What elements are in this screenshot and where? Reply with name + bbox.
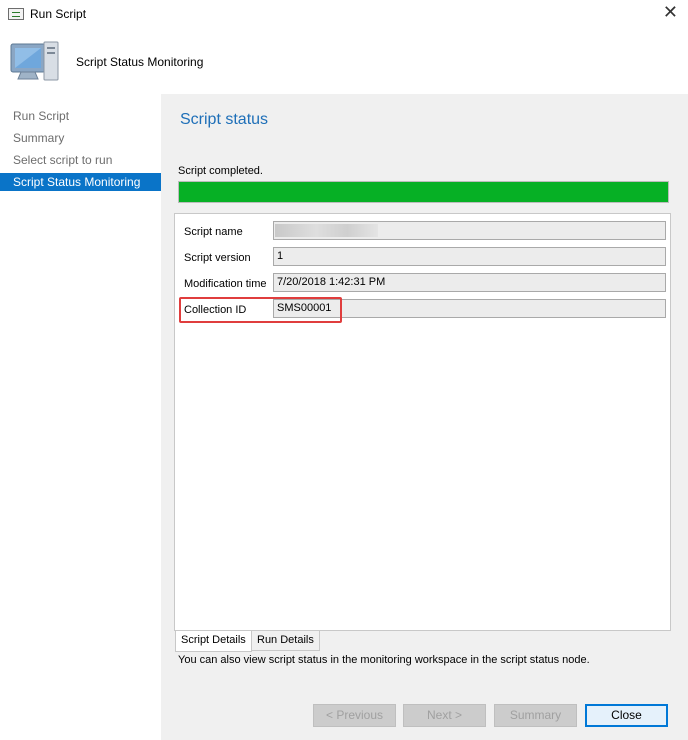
summary-button[interactable]: Summary: [494, 704, 577, 727]
wizard-header: Script Status Monitoring: [0, 28, 688, 94]
progress-fill: [179, 182, 668, 202]
modification-time-field[interactable]: 7/20/2018 1:42:31 PM: [273, 273, 666, 292]
nav-item-select-script[interactable]: Select script to run: [0, 151, 161, 169]
close-button[interactable]: Close: [585, 704, 668, 727]
script-name-label: Script name: [184, 226, 243, 238]
modification-time-label: Modification time: [184, 278, 267, 290]
close-window-button[interactable]: ✕: [663, 3, 678, 21]
button-bar: < Previous Next > Summary Close: [161, 686, 688, 740]
tab-script-details[interactable]: Script Details: [175, 631, 252, 652]
script-version-label: Script version: [184, 252, 251, 264]
wizard-nav: Run Script Summary Select script to run …: [0, 94, 161, 740]
nav-item-script-status-monitoring[interactable]: Script Status Monitoring: [0, 173, 161, 191]
next-button[interactable]: Next >: [403, 704, 486, 727]
script-details-panel: Script name Script version 1 Modificatio…: [174, 213, 671, 631]
progress-bar: [178, 181, 669, 203]
script-name-field[interactable]: [273, 221, 666, 240]
nav-item-run-script[interactable]: Run Script: [0, 107, 161, 125]
status-text: Script completed.: [178, 165, 263, 177]
previous-button[interactable]: < Previous: [313, 704, 396, 727]
run-script-icon: [8, 8, 24, 20]
window-title: Run Script: [30, 7, 87, 21]
computer-monitor-icon: [10, 41, 59, 81]
highlight-box: [179, 297, 342, 323]
footer-note: You can also view script status in the m…: [178, 654, 590, 666]
title-bar: Run Script ✕: [0, 0, 688, 28]
content-area: Script status Script completed. Script n…: [161, 94, 688, 686]
script-version-field[interactable]: 1: [273, 247, 666, 266]
redacted-value: [275, 224, 378, 237]
nav-item-summary[interactable]: Summary: [0, 129, 161, 147]
header-title: Script Status Monitoring: [76, 55, 204, 69]
tab-run-details[interactable]: Run Details: [251, 631, 320, 651]
section-title: Script status: [180, 111, 269, 128]
